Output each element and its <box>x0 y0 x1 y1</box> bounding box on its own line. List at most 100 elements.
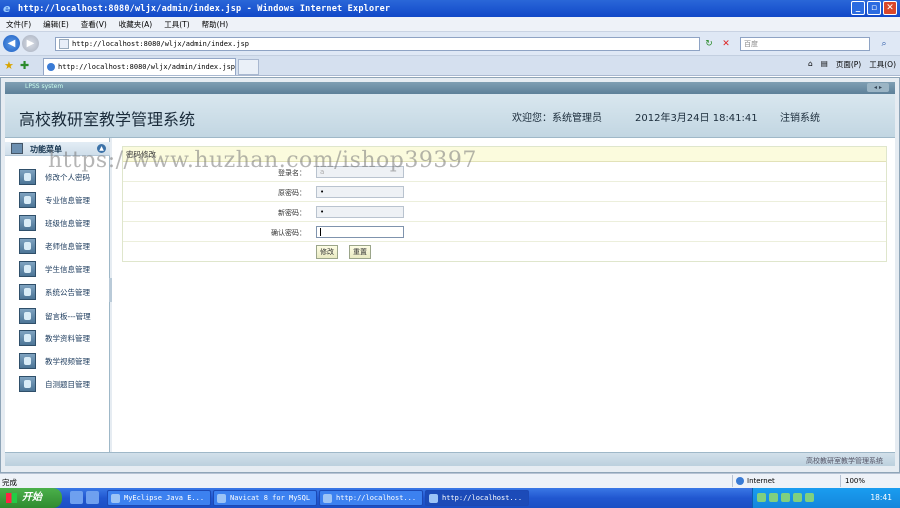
ie-logo-icon: e <box>3 1 11 15</box>
refresh-icon[interactable]: ↻ <box>702 37 716 51</box>
favorites-star-icon[interactable]: ★ <box>4 59 14 72</box>
new-password-field[interactable]: • <box>316 206 404 218</box>
tray-network-icon[interactable] <box>757 493 766 502</box>
menu-tools[interactable]: 工具(T) <box>164 19 189 30</box>
window-title: http://localhost:8080/wljx/admin/index.j… <box>18 3 391 14</box>
new-password-label: 新密码： <box>278 209 306 217</box>
user-icon <box>19 215 36 231</box>
home-icon[interactable]: ⌂ <box>808 59 813 70</box>
address-toolbar: ◀ ▶ http://localhost:8080/wljx/admin/ind… <box>0 32 900 56</box>
sidebar-item-label: 系统公告管理 <box>45 288 90 297</box>
page-menu[interactable]: 页面(P) <box>836 59 861 70</box>
strip-arrows-icon[interactable]: ◂ ▸ <box>867 83 889 92</box>
sidebar-item-videos[interactable]: 教学视频管理 <box>17 352 109 370</box>
window-controls: _ ▫ ✕ <box>851 1 897 15</box>
quicklaunch-ie-icon[interactable] <box>86 491 99 504</box>
tools-menu[interactable]: 工具(O) <box>869 59 896 70</box>
current-datetime: 2012年3月24日 18:41:41 <box>635 113 758 124</box>
sidebar-item-label: 专业信息管理 <box>45 196 90 205</box>
sidebar-item-label: 学生信息管理 <box>45 265 90 274</box>
confirm-password-field[interactable] <box>316 226 404 238</box>
welcome-text: 欢迎您：系统管理员 <box>512 113 602 124</box>
footer-text: 高校教研室教学管理系统 <box>806 457 883 465</box>
taskbar: 开始 MyEclipse Java E... Navicat 8 for MyS… <box>0 488 900 508</box>
menu-edit[interactable]: 编辑(E) <box>43 19 69 30</box>
menu-view[interactable]: 查看(V) <box>81 19 107 30</box>
form-row-new-password: 新密码： • <box>123 202 886 222</box>
tray-volume-icon[interactable] <box>769 493 778 502</box>
sidebar-item-label: 修改个人密码 <box>45 173 90 182</box>
user-icon <box>19 192 36 208</box>
back-button[interactable]: ◀ <box>3 35 20 52</box>
minimize-button[interactable]: _ <box>851 1 865 15</box>
window-titlebar: e http://localhost:8080/wljx/admin/index… <box>0 0 900 17</box>
tray-app-icon[interactable] <box>805 493 814 502</box>
restore-button[interactable]: ▫ <box>867 1 881 15</box>
forward-button[interactable]: ▶ <box>22 35 39 52</box>
sidebar-item-selftest[interactable]: 自测题目管理 <box>17 375 109 393</box>
sidebar-item-label: 教学资料管理 <box>45 334 90 343</box>
system-title: 高校教研室教学管理系统 <box>19 110 196 129</box>
main-content: 密码修改 登录名： a 原密码： • 新密码： • 确认密码： 修改 重置 <box>112 138 895 452</box>
menu-file[interactable]: 文件(F) <box>6 19 31 30</box>
browser-menubar: 文件(F) 编辑(E) 查看(V) 收藏夹(A) 工具(T) 帮助(H) <box>0 17 900 32</box>
close-button[interactable]: ✕ <box>883 1 897 15</box>
app-footer: 高校教研室教学管理系统 <box>5 452 895 466</box>
stop-icon[interactable]: ✕ <box>719 37 733 51</box>
logout-link[interactable]: 注销系统 <box>780 109 820 124</box>
menu-favorites[interactable]: 收藏夹(A) <box>119 19 152 30</box>
tab-admin-index[interactable]: http://localhost:8080/wljx/admin/index.j… <box>43 58 236 75</box>
tray-clock: 18:41 <box>870 493 892 502</box>
sidebar-item-label: 自测题目管理 <box>45 380 90 389</box>
task-browser-2[interactable]: http://localhost... <box>425 490 529 506</box>
user-icon <box>19 376 36 392</box>
tray-app-icon[interactable] <box>781 493 790 502</box>
start-button[interactable]: 开始 <box>0 488 62 508</box>
reset-button[interactable]: 重置 <box>349 245 371 259</box>
search-input[interactable]: 百度 <box>740 37 870 51</box>
sidebar-item-messageboard[interactable]: 留言板---管理 <box>17 307 109 325</box>
task-navicat[interactable]: Navicat 8 for MySQL <box>213 490 317 506</box>
submit-button[interactable]: 修改 <box>316 245 338 259</box>
sidebar-item-materials[interactable]: 教学资料管理 <box>17 329 109 347</box>
tray-icons <box>757 493 814 502</box>
confirm-password-label: 确认密码： <box>271 229 306 237</box>
task-browser-1[interactable]: http://localhost... <box>319 490 423 506</box>
new-tab-button[interactable] <box>238 59 259 75</box>
user-icon <box>19 308 36 324</box>
sidebar-item-students[interactable]: 学生信息管理 <box>17 260 109 278</box>
sidebar-item-teachers[interactable]: 老师信息管理 <box>17 237 109 255</box>
user-icon <box>19 238 36 254</box>
sidebar-item-label: 班级信息管理 <box>45 219 90 228</box>
sidebar-item-majors[interactable]: 专业信息管理 <box>17 191 109 209</box>
address-text: http://localhost:8080/wljx/admin/index.j… <box>72 40 250 48</box>
security-zone: Internet <box>732 475 775 487</box>
tray-app-icon[interactable] <box>793 493 802 502</box>
text-cursor <box>320 228 321 236</box>
app-header: 高校教研室教学管理系统 欢迎您：系统管理员 2012年3月24日 18:41:4… <box>5 94 895 138</box>
status-text: 完成 <box>2 478 17 487</box>
top-strip-label: LPSS system <box>25 83 64 90</box>
task-myeclipse[interactable]: MyEclipse Java E... <box>107 490 211 506</box>
tab-bar: ★ ✚ http://localhost:8080/wljx/admin/ind… <box>0 56 900 76</box>
add-favorites-icon[interactable]: ✚ <box>20 59 29 72</box>
old-password-label: 原密码： <box>278 189 306 197</box>
user-icon <box>19 353 36 369</box>
sidebar-item-label: 教学视频管理 <box>45 357 90 366</box>
address-input[interactable]: http://localhost:8080/wljx/admin/index.j… <box>55 37 700 51</box>
sidebar-item-label: 留言板---管理 <box>45 312 91 321</box>
status-bar: 完成 Internet 100% <box>0 473 900 488</box>
old-password-field[interactable]: • <box>316 186 404 198</box>
menu-help[interactable]: 帮助(H) <box>202 19 229 30</box>
quicklaunch-desktop-icon[interactable] <box>70 491 83 504</box>
sidebar: 功能菜单 ▲ 修改个人密码 专业信息管理 班级信息管理 老师信息管理 学生信息管… <box>5 138 110 452</box>
menu-folder-icon <box>11 143 23 154</box>
user-icon <box>19 330 36 346</box>
search-icon[interactable]: ⌕ <box>873 37 895 51</box>
print-icon[interactable]: ▤ <box>821 59 828 70</box>
zoom-level[interactable]: 100% <box>840 475 865 487</box>
watermark: https://www.huzhan.com/ishop39397 <box>48 148 477 173</box>
form-row-confirm-password: 确认密码： <box>123 222 886 242</box>
sidebar-item-classes[interactable]: 班级信息管理 <box>17 214 109 232</box>
sidebar-item-announcements[interactable]: 系统公告管理 <box>17 283 109 301</box>
